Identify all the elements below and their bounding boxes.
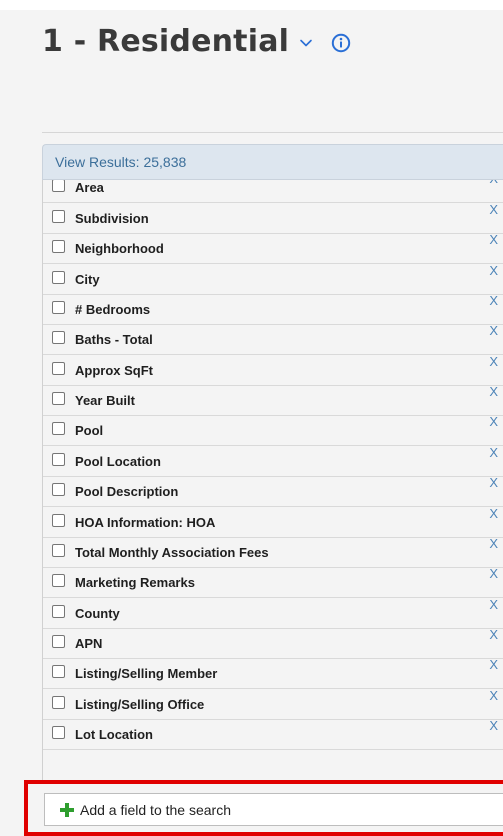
remove-field-button[interactable]: X — [489, 627, 498, 642]
field-checkbox[interactable] — [52, 392, 65, 405]
field-checkbox[interactable] — [52, 422, 65, 435]
field-checkbox[interactable] — [52, 210, 65, 223]
field-checkbox[interactable] — [52, 514, 65, 527]
field-row: Listing/Selling Member X — [43, 657, 503, 689]
field-row: Marketing Remarks X — [43, 566, 503, 598]
remove-field-button[interactable]: X — [489, 180, 498, 186]
field-row: City X — [43, 263, 503, 295]
remove-field-button[interactable]: X — [489, 354, 498, 369]
field-checkbox[interactable] — [52, 574, 65, 587]
remove-field-button[interactable]: X — [489, 414, 498, 429]
remove-field-button[interactable]: X — [489, 263, 498, 278]
field-label: Approx SqFt — [75, 363, 153, 378]
field-row: Lot Location X — [43, 718, 503, 750]
field-checkbox[interactable] — [52, 331, 65, 344]
field-row: Neighborhood X — [43, 232, 503, 264]
field-row: Area X — [43, 180, 503, 203]
field-label: Listing/Selling Office — [75, 697, 205, 712]
field-checkbox[interactable] — [52, 301, 65, 314]
field-row: Pool X — [43, 414, 503, 446]
field-label: Listing/Selling Member — [75, 666, 218, 681]
add-field-label: Add a field to the search — [80, 801, 231, 818]
field-label: HOA Information: HOA — [75, 515, 216, 530]
field-label: Total Monthly Association Fees — [75, 545, 269, 560]
field-row: Pool Location X — [43, 445, 503, 477]
field-row: HOA Information: HOA X — [43, 506, 503, 538]
field-row: Total Monthly Association Fees X — [43, 536, 503, 568]
field-row: Listing/Selling Office X — [43, 688, 503, 720]
field-label: Lot Location — [75, 727, 153, 742]
remove-field-button[interactable]: X — [489, 202, 498, 217]
field-checkbox[interactable] — [52, 180, 65, 192]
remove-field-button[interactable]: X — [489, 718, 498, 733]
add-field-button[interactable]: Add a field to the search — [44, 793, 503, 826]
field-label: APN — [75, 636, 103, 651]
field-label: Subdivision — [75, 211, 149, 226]
field-label: Baths - Total — [75, 332, 153, 347]
info-icon[interactable] — [331, 33, 351, 53]
field-label: County — [75, 606, 120, 621]
remove-field-button[interactable]: X — [489, 506, 498, 521]
page-header: 1 - Residential — [42, 22, 351, 62]
page-title: 1 - Residential — [42, 24, 290, 59]
field-label: Marketing Remarks — [75, 575, 195, 590]
field-label: Year Built — [75, 393, 135, 408]
field-label: Pool — [75, 423, 104, 438]
field-checkbox[interactable] — [52, 635, 65, 648]
field-checkbox[interactable] — [52, 665, 65, 678]
remove-field-button[interactable]: X — [489, 566, 498, 581]
chevron-down-icon[interactable] — [299, 36, 313, 50]
panel-divider — [42, 132, 503, 133]
field-checkbox[interactable] — [52, 453, 65, 466]
field-label: # Bedrooms — [75, 302, 151, 317]
view-results-link[interactable]: View Results: 25,838 — [55, 154, 186, 170]
field-row: Pool Description X — [43, 475, 503, 507]
field-checkbox[interactable] — [52, 362, 65, 375]
remove-field-button[interactable]: X — [489, 445, 498, 460]
field-checkbox[interactable] — [52, 483, 65, 496]
remove-field-button[interactable]: X — [489, 323, 498, 338]
field-checkbox[interactable] — [52, 726, 65, 739]
remove-field-button[interactable]: X — [489, 597, 498, 612]
remove-field-button[interactable]: X — [489, 293, 498, 308]
remove-field-button[interactable]: X — [489, 232, 498, 247]
field-label: City — [75, 272, 100, 287]
field-label: Pool Location — [75, 454, 161, 469]
remove-field-button[interactable]: X — [489, 536, 498, 551]
top-band — [0, 0, 503, 10]
plus-icon — [60, 802, 74, 817]
field-row: County X — [43, 597, 503, 629]
field-row: Baths - Total X — [43, 323, 503, 355]
field-row: # Bedrooms X — [43, 293, 503, 325]
field-row: Year Built X — [43, 384, 503, 416]
remove-field-button[interactable]: X — [489, 475, 498, 490]
field-label: Neighborhood — [75, 241, 164, 256]
field-checkbox[interactable] — [52, 271, 65, 284]
field-checkbox[interactable] — [52, 696, 65, 709]
field-label: Area — [75, 180, 104, 195]
field-checkbox[interactable] — [52, 544, 65, 557]
view-results-bar[interactable]: View Results: 25,838 — [42, 144, 503, 180]
field-label: Pool Description — [75, 484, 179, 499]
field-checkbox[interactable] — [52, 240, 65, 253]
remove-field-button[interactable]: X — [489, 688, 498, 703]
search-field-list[interactable]: Area X Subdivision X Neighborhood X City… — [42, 180, 503, 780]
field-row: Approx SqFt X — [43, 354, 503, 386]
field-row: APN X — [43, 627, 503, 659]
field-checkbox[interactable] — [52, 605, 65, 618]
remove-field-button[interactable]: X — [489, 657, 498, 672]
remove-field-button[interactable]: X — [489, 384, 498, 399]
field-row: Subdivision X — [43, 202, 503, 234]
